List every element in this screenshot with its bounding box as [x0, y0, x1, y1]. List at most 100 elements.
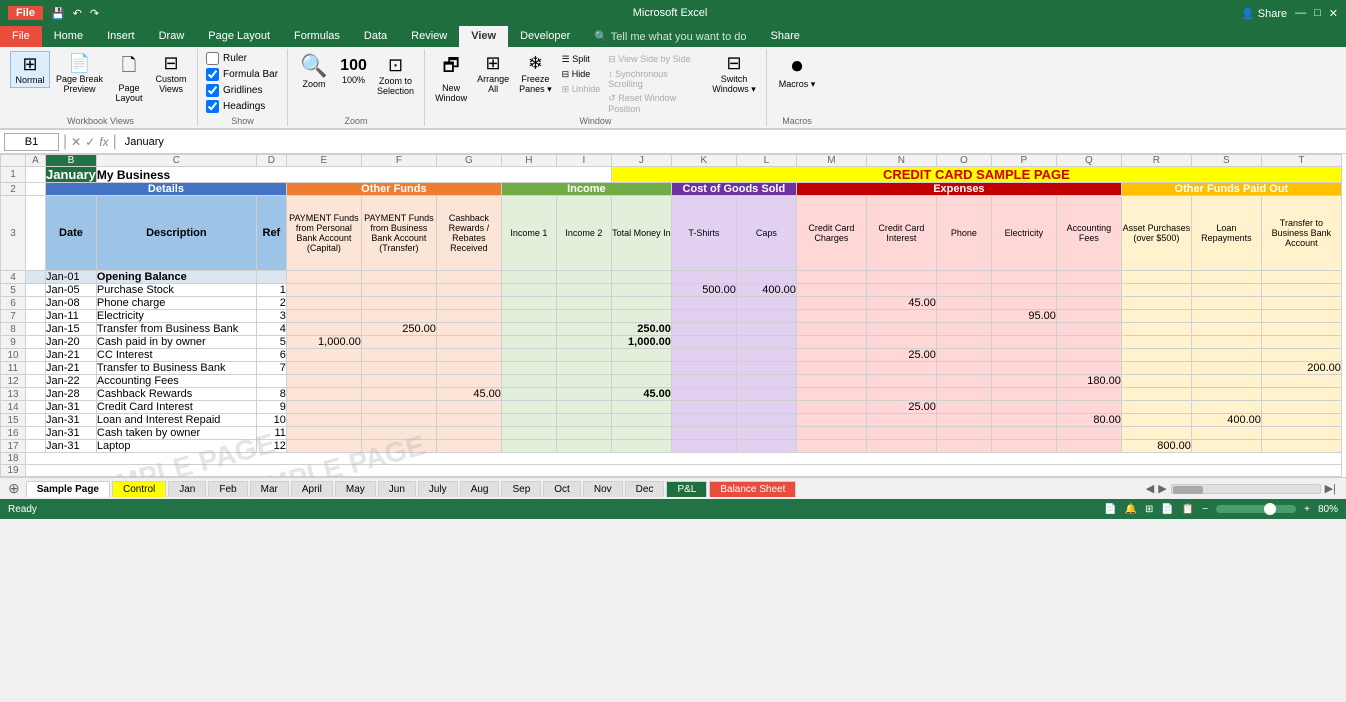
col-D[interactable]: D — [256, 155, 286, 167]
quick-redo[interactable]: ↷ — [90, 7, 99, 20]
col-N[interactable]: N — [866, 155, 936, 167]
cell-desc-12[interactable]: Accounting Fees — [96, 375, 256, 388]
page-layout-btn[interactable]: 🗋 PageLayout — [109, 51, 149, 105]
income1-subhdr[interactable]: Income 1 — [501, 196, 556, 271]
cell-n4[interactable] — [866, 271, 936, 284]
cell-m4[interactable] — [796, 271, 866, 284]
cell-j4[interactable] — [611, 271, 671, 284]
split-btn[interactable]: ☰ Split — [558, 53, 605, 66]
cell-date-10[interactable]: Jan-21 — [46, 349, 97, 362]
cc-interest-subhdr[interactable]: Credit Card Interest — [866, 196, 936, 271]
col-G[interactable]: G — [436, 155, 501, 167]
cell-date-5[interactable]: Jan-05 — [46, 284, 97, 297]
tab-jan[interactable]: Jan — [168, 481, 206, 497]
cell-date-12[interactable]: Jan-22 — [46, 375, 97, 388]
macros-btn[interactable]: ⏺ Macros ▾ — [773, 51, 822, 92]
tab-draw[interactable]: Draw — [147, 26, 197, 47]
cell-desc-10[interactable]: CC Interest — [96, 349, 256, 362]
cell-date-17[interactable]: Jan-31 — [46, 440, 97, 453]
cell-q4[interactable] — [1056, 271, 1121, 284]
cell-r17[interactable]: 800.00 — [1121, 440, 1191, 453]
other-paid-header[interactable]: Other Funds Paid Out — [1121, 183, 1341, 196]
zoom-out-btn[interactable]: − — [1202, 504, 1208, 515]
view-side-by-side-btn[interactable]: ⊟ View Side by Side — [606, 53, 706, 66]
tab-aug[interactable]: Aug — [460, 481, 500, 497]
scroll-right-btn[interactable]: ▶ — [1158, 482, 1166, 495]
cell-e4[interactable] — [286, 271, 361, 284]
tab-data[interactable]: Data — [352, 26, 399, 47]
cell-f8[interactable]: 250.00 — [361, 323, 436, 336]
cell-ref-6[interactable]: 2 — [256, 297, 286, 310]
file-menu-btn[interactable]: File — [8, 6, 43, 20]
arrange-all-btn[interactable]: ⊞ ArrangeAll — [473, 51, 513, 96]
cell-t11[interactable]: 200.00 — [1261, 362, 1341, 375]
tab-file[interactable]: File — [0, 26, 42, 47]
col-I[interactable]: I — [556, 155, 611, 167]
cell-n10[interactable]: 25.00 — [866, 349, 936, 362]
cell-l4[interactable] — [736, 271, 796, 284]
transfer-subhdr[interactable]: Transfer to Business Bank Account — [1261, 196, 1341, 271]
col-C[interactable]: C — [96, 155, 256, 167]
tab-control[interactable]: Control — [112, 481, 166, 497]
pay-business-subhdr[interactable]: PAYMENT Funds from Business Bank Account… — [361, 196, 436, 271]
cell-i4[interactable] — [556, 271, 611, 284]
expenses-header[interactable]: Expenses — [796, 183, 1121, 196]
cell-desc-9[interactable]: Cash paid in by owner — [96, 336, 256, 349]
page-break-btn[interactable]: 📄 Page BreakPreview — [52, 51, 107, 96]
other-funds-header[interactable]: Other Funds — [286, 183, 501, 196]
cell-j13[interactable]: 45.00 — [611, 388, 671, 401]
cell-ref-9[interactable]: 5 — [256, 336, 286, 349]
ref-subhdr[interactable]: Ref — [256, 196, 286, 271]
cell-s15[interactable]: 400.00 — [1191, 414, 1261, 427]
cancel-formula-icon[interactable]: ✕ — [71, 135, 81, 149]
cell-h4[interactable] — [501, 271, 556, 284]
quick-undo[interactable]: ↶ — [73, 7, 82, 20]
cogs-header[interactable]: Cost of Goods Sold — [671, 183, 796, 196]
tshirts-subhdr[interactable]: T-Shirts — [671, 196, 736, 271]
tab-sample-page[interactable]: Sample Page — [26, 481, 110, 497]
col-H[interactable]: H — [501, 155, 556, 167]
freeze-panes-btn[interactable]: ❄ FreezePanes ▾ — [515, 51, 556, 97]
cell-credit-card-title[interactable]: CREDIT CARD SAMPLE PAGE — [611, 167, 1341, 183]
col-K[interactable]: K — [671, 155, 736, 167]
cell-desc-11[interactable]: Transfer to Business Bank — [96, 362, 256, 375]
cell-ref-13[interactable]: 8 — [256, 388, 286, 401]
tab-formulas[interactable]: Formulas — [282, 26, 352, 47]
income-header[interactable]: Income — [501, 183, 671, 196]
formula-input[interactable] — [121, 133, 1342, 151]
share-ribbon-btn[interactable]: Share — [759, 26, 812, 47]
cell-g4[interactable] — [436, 271, 501, 284]
cell-date-9[interactable]: Jan-20 — [46, 336, 97, 349]
quick-save[interactable]: 💾 — [51, 7, 65, 20]
col-O[interactable]: O — [936, 155, 991, 167]
cell-p7[interactable]: 95.00 — [991, 310, 1056, 323]
cell-desc-5[interactable]: Purchase Stock — [96, 284, 256, 297]
tab-mar[interactable]: Mar — [250, 481, 289, 497]
col-M[interactable]: M — [796, 155, 866, 167]
cc-charges-subhdr[interactable]: Credit Card Charges — [796, 196, 866, 271]
cell-date-13[interactable]: Jan-28 — [46, 388, 97, 401]
layout-page-btn[interactable]: 📄 — [1161, 504, 1173, 515]
zoom-100-btn[interactable]: 100 100% — [336, 51, 371, 87]
cell-j8[interactable]: 250.00 — [611, 323, 671, 336]
cell-my-business[interactable]: My Business — [96, 167, 611, 183]
cell-desc-15[interactable]: Loan and Interest Repaid — [96, 414, 256, 427]
hide-btn[interactable]: ⊟ Hide — [558, 68, 605, 81]
custom-views-btn[interactable]: ⊟ CustomViews — [151, 51, 191, 96]
cell-desc-13[interactable]: Cashback Rewards — [96, 388, 256, 401]
cell-b1[interactable]: January — [46, 167, 97, 183]
cell-t4[interactable] — [1261, 271, 1341, 284]
cell-n14[interactable]: 25.00 — [866, 401, 936, 414]
phone-subhdr[interactable]: Phone — [936, 196, 991, 271]
cell-n6[interactable]: 45.00 — [866, 297, 936, 310]
cell-a3[interactable] — [26, 196, 46, 271]
zoom-slider[interactable] — [1216, 505, 1296, 513]
new-window-btn[interactable]: 🗗 NewWindow — [431, 51, 471, 105]
cell-ref-7[interactable]: 3 — [256, 310, 286, 323]
cell-g13[interactable]: 45.00 — [436, 388, 501, 401]
total-subhdr[interactable]: Total Money In — [611, 196, 671, 271]
loan-subhdr[interactable]: Loan Repayments — [1191, 196, 1261, 271]
tab-feb[interactable]: Feb — [208, 481, 247, 497]
cell-r4[interactable] — [1121, 271, 1191, 284]
cell-date-16[interactable]: Jan-31 — [46, 427, 97, 440]
